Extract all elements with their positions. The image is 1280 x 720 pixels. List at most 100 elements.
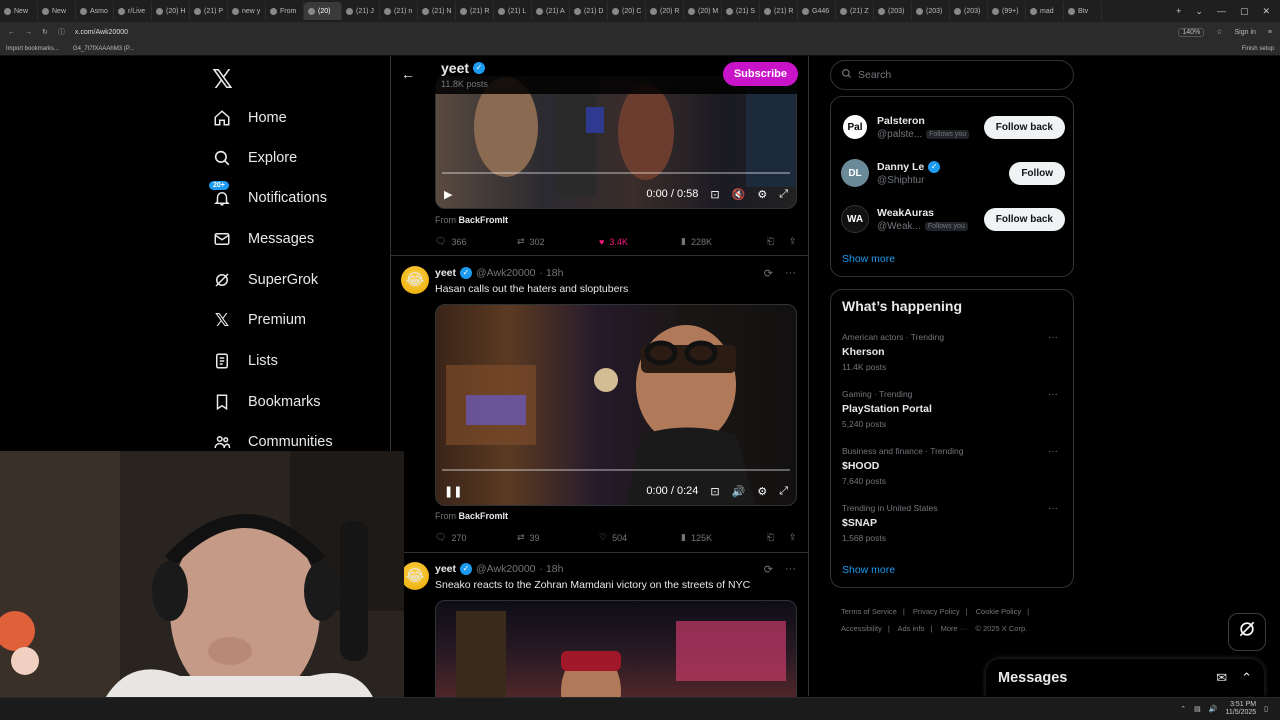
browser-tab[interactable]: (21) J: [342, 2, 380, 20]
footer-link[interactable]: Terms of Service: [841, 607, 897, 616]
footer-link[interactable]: Accessibility: [841, 624, 882, 633]
reply-button[interactable]: 🗨 366: [435, 236, 517, 247]
mute-icon[interactable]: 🔇: [732, 188, 746, 201]
follow-back-button[interactable]: Follow back: [983, 115, 1065, 139]
network-icon[interactable]: ▤: [1194, 705, 1201, 713]
follow-button[interactable]: Follow: [1009, 161, 1065, 185]
tweet-author-name[interactable]: yeet: [435, 267, 456, 279]
browser-tab[interactable]: (99+): [988, 2, 1026, 20]
tweet-handle[interactable]: @Awk20000: [476, 267, 536, 279]
zoom-indicator[interactable]: 140%: [1178, 27, 1205, 37]
browser-tab[interactable]: (21) A: [532, 2, 570, 20]
settings-gear-icon[interactable]: ⚙: [757, 485, 767, 498]
browser-tab[interactable]: (203): [874, 2, 912, 20]
tweet-time[interactable]: · 18h: [540, 563, 564, 575]
back-arrow-icon[interactable]: ←: [401, 66, 415, 82]
views-button[interactable]: ▮ 228K: [681, 236, 767, 247]
fullscreen-icon[interactable]: ⤢: [779, 188, 788, 201]
bookmark-item[interactable]: Import bookmarks...: [6, 46, 59, 52]
play-icon[interactable]: ▶: [444, 188, 452, 201]
finish-setup-button[interactable]: Finish setup: [1242, 46, 1274, 52]
browser-tab[interactable]: New: [38, 2, 76, 20]
notification-center-icon[interactable]: ▯: [1264, 705, 1268, 713]
trend-item[interactable]: American actors · Trending Kherson 11.4K…: [842, 332, 1064, 372]
browser-tab[interactable]: Asmo: [76, 2, 114, 20]
browser-tab[interactable]: (20) C: [608, 2, 646, 20]
trend-item[interactable]: Business and finance · Trending $HOOD 7,…: [842, 446, 1064, 486]
captions-icon[interactable]: ⊡: [710, 485, 719, 498]
follow-suggestion[interactable]: Pal Palsteron @palste... Follows you Foll…: [841, 109, 1065, 145]
messages-drawer[interactable]: Messages ✉ ⌃: [986, 659, 1264, 697]
avatar[interactable]: DL: [841, 159, 869, 187]
sign-in-button[interactable]: Sign in: [1235, 29, 1256, 36]
tab-list-button[interactable]: ⌄: [1195, 6, 1203, 17]
nav-messages[interactable]: Messages: [212, 225, 314, 253]
source-link[interactable]: BackFromIt: [459, 511, 509, 521]
site-info-icon[interactable]: ⓘ: [58, 27, 65, 37]
footer-link[interactable]: Ads info: [897, 624, 924, 633]
tweet-video[interactable]: ▶ 0:00 / 0:58 ⊡ 🔇 ⚙ ⤢: [435, 76, 797, 209]
browser-tab[interactable]: (20): [304, 2, 342, 20]
nav-explore[interactable]: Explore: [212, 144, 297, 172]
browser-tab[interactable]: (21) n: [380, 2, 418, 20]
grok-explain-icon[interactable]: ⟳: [764, 563, 773, 576]
menu-icon[interactable]: ≡: [1268, 29, 1272, 36]
browser-tab[interactable]: (21) S: [722, 2, 760, 20]
grok-explain-icon[interactable]: ⟳: [764, 267, 773, 280]
nav-notifications[interactable]: 20+ Notifications: [208, 180, 327, 212]
nav-supergrok[interactable]: SuperGrok: [212, 266, 318, 294]
follow-suggestion[interactable]: DL Danny Le ✓ @Shiphtur Follow: [841, 155, 1065, 191]
browser-tab[interactable]: (21) D: [570, 2, 608, 20]
browser-tab[interactable]: (21) N: [418, 2, 456, 20]
trend-item[interactable]: Gaming · Trending PlayStation Portal 5,2…: [842, 389, 1064, 429]
video-progress-bar[interactable]: [442, 469, 790, 471]
avatar[interactable]: 😂: [401, 562, 429, 590]
close-window-button[interactable]: ✕: [1262, 6, 1270, 17]
repost-button[interactable]: ⇄ 39: [517, 532, 599, 543]
source-link[interactable]: BackFromIt: [459, 215, 509, 225]
browser-tab[interactable]: (203): [912, 2, 950, 20]
reply-button[interactable]: 🗨 270: [435, 532, 517, 543]
more-options-icon[interactable]: ···: [1048, 389, 1058, 400]
search-bar[interactable]: Search: [830, 60, 1074, 90]
volume-tray-icon[interactable]: 🔊: [1209, 705, 1218, 713]
more-options-icon[interactable]: ···: [1048, 503, 1058, 514]
nav-bookmarks[interactable]: Bookmarks: [212, 388, 321, 416]
minimize-button[interactable]: —: [1217, 6, 1226, 17]
captions-icon[interactable]: ⊡: [710, 188, 719, 201]
browser-tab[interactable]: (20) R: [646, 2, 684, 20]
browser-tab[interactable]: new y: [228, 2, 266, 20]
url-field[interactable]: x.com/Awk20000: [75, 29, 128, 36]
nav-premium[interactable]: 𝕏 Premium: [212, 306, 306, 334]
browser-tab[interactable]: (21) L: [494, 2, 532, 20]
nav-lists[interactable]: Lists: [212, 347, 278, 375]
show-more-link[interactable]: Show more: [842, 253, 895, 265]
pause-icon[interactable]: ❚❚: [444, 485, 462, 498]
repost-button[interactable]: ⇄ 302: [517, 236, 599, 247]
like-button[interactable]: ♥ 3.4K: [599, 237, 681, 247]
like-button[interactable]: ♡ 504: [599, 532, 681, 543]
tray-chevron-icon[interactable]: ⌃: [1180, 705, 1186, 713]
tweet-video[interactable]: ❚❚ 0:00 / 0:24 ⊡ 🔊 ⚙ ⤢: [435, 304, 797, 506]
tweet-handle[interactable]: @Awk20000: [476, 563, 536, 575]
bookmark-tweet-icon[interactable]: ⎗: [767, 532, 789, 543]
nav-home[interactable]: Home: [212, 104, 287, 132]
subscribe-button[interactable]: Subscribe: [722, 62, 798, 86]
browser-tab[interactable]: (203): [950, 2, 988, 20]
views-button[interactable]: ▮ 125K: [681, 532, 767, 543]
avatar[interactable]: 😂: [401, 266, 429, 294]
browser-tab[interactable]: From: [266, 2, 304, 20]
browser-tab[interactable]: New: [0, 2, 38, 20]
bookmark-item[interactable]: G4_7t7fXAAAhM3 (P...: [73, 46, 134, 52]
avatar[interactable]: WA: [841, 205, 869, 233]
new-tab-button[interactable]: +: [1176, 6, 1181, 17]
follow-back-button[interactable]: Follow back: [983, 207, 1065, 231]
settings-gear-icon[interactable]: ⚙: [757, 188, 767, 201]
browser-tab[interactable]: Btv: [1064, 2, 1102, 20]
expand-drawer-icon[interactable]: ⌃: [1241, 670, 1252, 686]
trend-item[interactable]: Trending in United States $SNAP 1,568 po…: [842, 503, 1064, 543]
share-icon[interactable]: ⇪: [789, 236, 797, 247]
browser-tab[interactable]: (21) R: [760, 2, 798, 20]
bookmark-tweet-icon[interactable]: ⎗: [767, 236, 789, 247]
show-more-link[interactable]: Show more: [842, 564, 895, 576]
